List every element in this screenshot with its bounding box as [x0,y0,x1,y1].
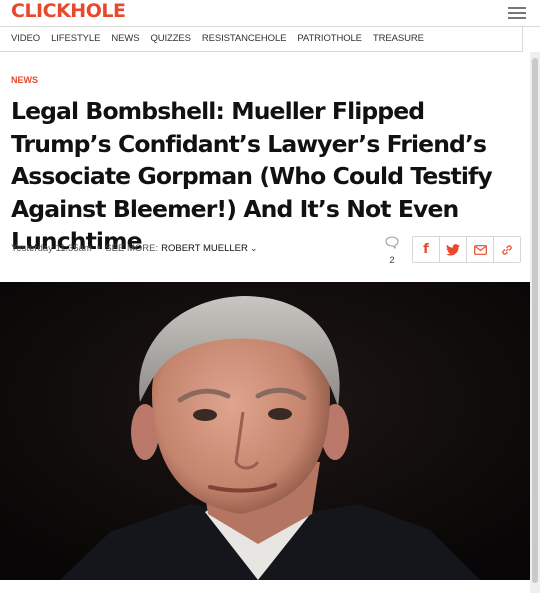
chevron-down-icon[interactable]: ⌄ [250,243,258,254]
article-meta: Yesterday 11:35am • See more: Robert Mue… [11,243,257,254]
nav-item-lifestyle[interactable]: Lifestyle [51,27,100,51]
facebook-icon: f [423,242,429,257]
email-icon [473,244,487,255]
twitter-icon [446,243,460,256]
nav-item-resistancehole[interactable]: ResistanceHole [202,27,287,51]
article-headline: Legal Bombshell: Mueller Flipped Trump’s… [11,97,493,255]
see-more-tag-link[interactable]: Robert Mueller [161,243,248,254]
link-icon [502,244,512,255]
article-timestamp: Yesterday 11:35am [11,243,92,254]
nav-item-treasure[interactable]: Treasure [373,27,424,51]
share-link-button[interactable] [494,237,520,262]
scrollbar-thumb[interactable] [532,58,538,583]
article-category[interactable]: News [11,75,38,85]
nav-item-video[interactable]: Video [11,27,40,51]
article-hero-photo [0,282,530,580]
comment-bubble-icon [385,236,399,250]
hamburger-menu-icon[interactable] [508,4,526,20]
top-bar: CLICKHOLE [0,0,540,27]
portrait-illustration [0,282,530,580]
share-bar: f [412,236,521,263]
share-email-button[interactable] [467,237,494,262]
see-more-label: See more: [105,243,159,254]
site-logo[interactable]: CLICKHOLE [11,0,126,22]
article-container: News Legal Bombshell: Mueller Flipped Tr… [0,63,530,593]
comments-button[interactable]: 2 [384,236,400,266]
nav-item-news[interactable]: News [111,27,139,51]
meta-separator: • [96,243,101,254]
share-facebook-button[interactable]: f [413,237,440,262]
nav-item-patriothole[interactable]: PatriotHole [297,27,362,51]
share-twitter-button[interactable] [440,237,467,262]
nav-item-quizzes[interactable]: Quizzes [150,27,191,51]
comment-count: 2 [389,255,395,266]
section-nav: Video Lifestyle News Quizzes ResistanceH… [0,27,523,52]
